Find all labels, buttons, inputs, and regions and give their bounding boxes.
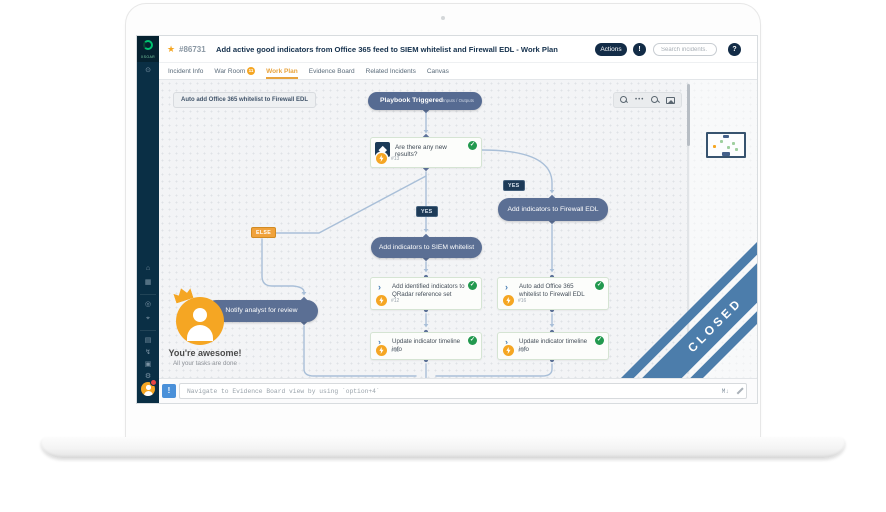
xsoar-logo-icon <box>143 40 153 50</box>
task-id: #12 <box>391 298 399 304</box>
reports-icon[interactable]: ▣ <box>137 360 159 370</box>
task-complete-icon: ✓ <box>468 336 477 345</box>
cli-markdown-hint: M↓ <box>722 388 729 395</box>
task-title: Add identified indicators to QRadar refe… <box>392 283 468 300</box>
node-add-indicators-siem[interactable]: Add indicators to SIEM whitelist <box>371 237 482 258</box>
mascot-message-title: You're awesome! <box>159 348 265 358</box>
automation-icon[interactable]: ↯ <box>137 348 159 358</box>
xsoar-logo[interactable]: XSOAR <box>137 36 159 62</box>
mascot-head <box>193 308 207 322</box>
task-complete-icon: ✓ <box>595 281 604 290</box>
minimap-node <box>723 135 729 138</box>
page-title: Add active good indicators from Office 3… <box>216 45 588 54</box>
avatar-head <box>146 385 151 390</box>
branch-label-else: ELSE <box>251 227 276 238</box>
task-title: Update indicator timeline info <box>392 338 468 355</box>
mascot-message-subtitle: All your tasks are done <box>159 360 265 367</box>
task-type-icon: › <box>505 282 508 292</box>
tab-war-room[interactable]: War Room 11 <box>214 67 255 79</box>
search-input[interactable] <box>653 43 717 56</box>
task-id: #13 <box>391 156 399 162</box>
node-playbook-triggered[interactable]: Playbook Triggered Inputs / Outputs <box>368 92 482 110</box>
cli-toggle-button[interactable]: ! <box>633 43 646 56</box>
playbook-triggered-label: Playbook Triggered <box>380 92 443 110</box>
task-complete-icon: ✓ <box>468 281 477 290</box>
bolt-icon <box>376 153 387 164</box>
task-complete-icon: ✓ <box>595 336 604 345</box>
screenshot-icon[interactable] <box>666 97 675 104</box>
cli-expand-icon[interactable] <box>735 387 743 395</box>
node-add-indicators-firewall[interactable]: Add indicators to Firewall EDL <box>498 198 608 221</box>
task-card-update-timeline-right[interactable]: › Update indicator timeline info ✓ #17 <box>497 332 609 360</box>
more-options-icon[interactable]: ••• <box>635 97 644 103</box>
canvas-scrollbar-thumb[interactable] <box>687 84 690 146</box>
sidebar: XSOAR ⊙ ⌂ ▦ ◎ ⌖ ▤ ↯ ▣ ⚙ <box>137 36 159 403</box>
task-id: #15 <box>391 348 399 354</box>
minimap-node <box>735 148 738 151</box>
mascot-body <box>187 325 213 341</box>
cli-prompt-button[interactable]: ! <box>162 384 176 398</box>
task-card-qradar[interactable]: › Add identified indicators to QRadar re… <box>370 277 482 310</box>
tab-related-incidents[interactable]: Related Incidents <box>366 68 416 79</box>
task-id: #17 <box>518 348 526 354</box>
minimap-node <box>727 146 730 149</box>
tab-work-plan[interactable]: Work Plan <box>266 68 298 79</box>
task-id: #16 <box>518 298 526 304</box>
war-room-badge: 11 <box>247 67 255 75</box>
favorite-star-icon[interactable]: ★ <box>167 44 175 55</box>
notification-badge <box>150 379 157 386</box>
minimap-node <box>713 145 716 148</box>
branch-label-yes-down: YES <box>416 206 438 217</box>
node-condition-new-results[interactable]: Are there any new results? ✓ #13 <box>370 137 482 168</box>
task-type-icon: › <box>378 282 381 292</box>
mascot <box>176 297 224 345</box>
indicators-icon[interactable]: ⌖ <box>137 314 159 324</box>
bolt-icon <box>503 295 514 306</box>
tab-bar: Incident Info War Room 11 Work Plan Evid… <box>159 63 757 80</box>
cli-bar: ! M↓ <box>159 378 757 403</box>
tab-canvas[interactable]: Canvas <box>427 68 449 79</box>
incident-header: ★ #86731 Add active good indicators from… <box>159 36 757 63</box>
tab-evidence-board[interactable]: Evidence Board <box>309 68 355 79</box>
playbook-name-chip: Auto add Office 365 whitelist to Firewal… <box>173 92 316 108</box>
help-button[interactable]: ? <box>728 43 741 56</box>
incident-id: #86731 <box>179 45 206 54</box>
bolt-icon <box>503 345 514 356</box>
xsoar-logo-text: XSOAR <box>137 55 159 59</box>
inputs-outputs-link[interactable]: Inputs / Outputs <box>443 92 474 110</box>
cli-input[interactable] <box>179 383 747 399</box>
task-card-auto-add-office365[interactable]: › Auto add Office 365 whitelist to Firew… <box>497 277 609 310</box>
playbooks-icon[interactable]: ▤ <box>137 336 159 346</box>
condition-title: Are there any new results? <box>395 144 468 158</box>
actions-button[interactable]: Actions <box>595 43 627 56</box>
home-icon[interactable]: ⌂ <box>137 264 159 274</box>
laptop-base <box>41 437 845 458</box>
workplan-canvas[interactable]: Auto add Office 365 whitelist to Firewal… <box>159 80 757 378</box>
bolt-icon <box>376 295 387 306</box>
task-title: Update indicator timeline info <box>519 338 595 355</box>
canvas-toolbar: ••• <box>613 92 682 108</box>
sidebar-divider <box>140 330 156 331</box>
pin-icon[interactable]: ⊙ <box>137 66 159 76</box>
playbook-minimap[interactable] <box>706 132 746 158</box>
minimap-viewport <box>722 152 730 156</box>
task-complete-icon: ✓ <box>468 141 477 150</box>
laptop-camera <box>441 16 445 20</box>
branch-label-yes-right: YES <box>503 180 525 191</box>
app-window: XSOAR ⊙ ⌂ ▦ ◎ ⌖ ▤ ↯ ▣ ⚙ ★ #86731 Add act… <box>137 36 757 403</box>
zoom-out-icon[interactable] <box>651 96 659 104</box>
minimap-node <box>720 140 723 143</box>
avatar-body <box>144 391 153 397</box>
zoom-in-icon[interactable] <box>620 96 628 104</box>
dashboards-icon[interactable]: ▦ <box>137 278 159 288</box>
bolt-icon <box>376 345 387 356</box>
minimap-node <box>732 142 735 145</box>
mascot-avatar <box>176 297 224 345</box>
sidebar-divider <box>140 294 156 295</box>
task-card-update-timeline-left[interactable]: › Update indicator timeline info ✓ #15 <box>370 332 482 360</box>
incidents-icon[interactable]: ◎ <box>137 300 159 310</box>
tab-incident-info[interactable]: Incident Info <box>168 68 203 79</box>
task-title: Auto add Office 365 whitelist to Firewal… <box>519 283 595 300</box>
